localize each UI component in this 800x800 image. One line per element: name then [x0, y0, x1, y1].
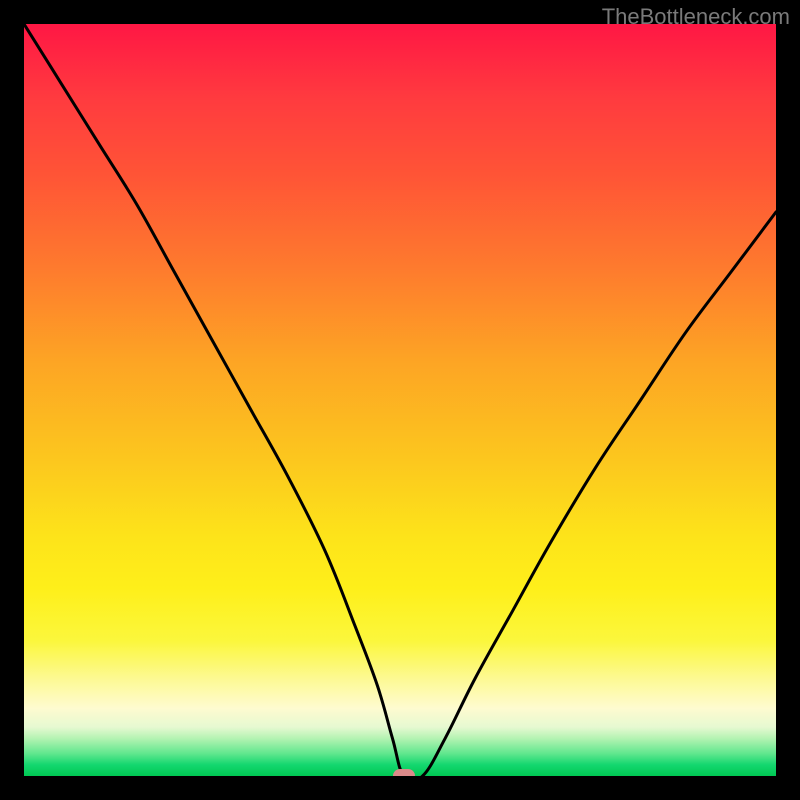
bottleneck-chart: TheBottleneck.com: [0, 0, 800, 800]
optimal-point-marker: [393, 769, 415, 776]
plot-area: [24, 24, 776, 776]
watermark-text: TheBottleneck.com: [602, 4, 790, 30]
bottleneck-curve: [24, 24, 776, 776]
